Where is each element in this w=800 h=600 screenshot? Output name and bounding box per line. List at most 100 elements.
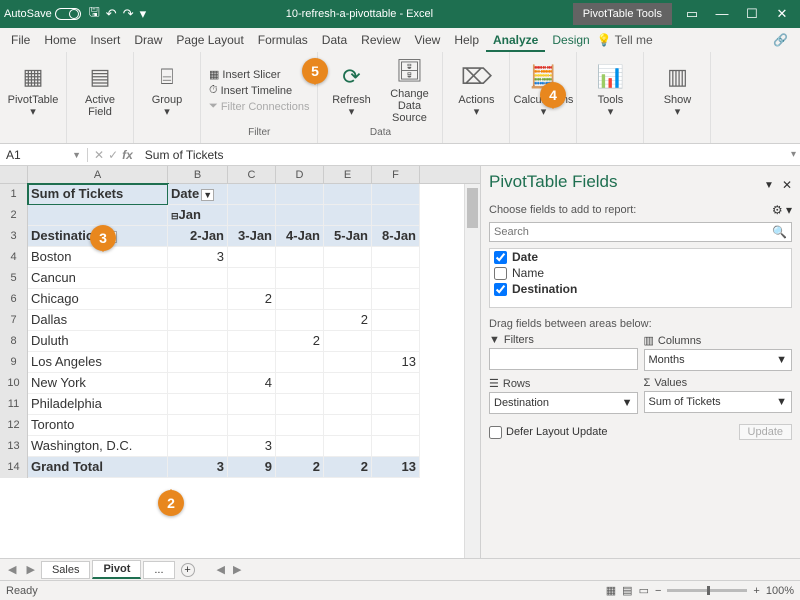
fields-search[interactable]: 🔍: [489, 222, 792, 242]
cell[interactable]: [276, 352, 324, 373]
zoom-out-icon[interactable]: −: [655, 585, 661, 597]
row-header[interactable]: 5: [0, 268, 28, 289]
cell[interactable]: 13: [372, 457, 420, 478]
tell-me[interactable]: 💡 Tell me: [597, 33, 653, 47]
dropdown-icon[interactable]: ▼: [622, 397, 633, 409]
tab-file[interactable]: File: [4, 28, 37, 52]
insert-timeline-button[interactable]: ⏱Insert Timeline: [207, 83, 311, 98]
cell[interactable]: 4-Jan: [276, 226, 324, 247]
cell[interactable]: [372, 331, 420, 352]
minimize-icon[interactable]: —: [708, 6, 736, 22]
row-header[interactable]: 2: [0, 205, 28, 226]
cell[interactable]: [372, 436, 420, 457]
page-break-icon[interactable]: ▭: [639, 584, 649, 597]
cell[interactable]: [276, 415, 324, 436]
row-header[interactable]: 1: [0, 184, 28, 205]
cell[interactable]: [168, 352, 228, 373]
cell[interactable]: [168, 289, 228, 310]
cell[interactable]: [324, 289, 372, 310]
row-header[interactable]: 10: [0, 373, 28, 394]
defer-checkbox[interactable]: [489, 426, 502, 439]
values-box[interactable]: Sum of Tickets▼: [644, 391, 793, 413]
tab-view[interactable]: View: [408, 28, 448, 52]
scrollbar-thumb[interactable]: [467, 188, 478, 228]
collapse-icon[interactable]: ⊟: [171, 211, 179, 221]
cell[interactable]: [276, 268, 324, 289]
tab-analyze[interactable]: Analyze: [486, 28, 545, 52]
field-list[interactable]: DateNameDestination: [489, 248, 792, 308]
field-checkbox[interactable]: [494, 267, 507, 280]
ribbon-options-icon[interactable]: ▭: [678, 6, 706, 22]
maximize-icon[interactable]: ☐: [738, 6, 766, 22]
show-button[interactable]: ▥ Show▾: [650, 61, 704, 120]
col-header-d[interactable]: D: [276, 166, 324, 183]
tab-insert[interactable]: Insert: [83, 28, 127, 52]
row-header[interactable]: 8: [0, 331, 28, 352]
cell[interactable]: [228, 268, 276, 289]
cell[interactable]: [276, 394, 324, 415]
field-checkbox[interactable]: [494, 251, 507, 264]
row-header[interactable]: 9: [0, 352, 28, 373]
sheet-tab-pivot[interactable]: Pivot: [92, 560, 141, 579]
cell[interactable]: [276, 247, 324, 268]
name-box[interactable]: A1▼: [0, 148, 88, 162]
columns-area[interactable]: ▥Columns Months▼: [644, 334, 793, 371]
filters-area[interactable]: ▼Filters: [489, 334, 638, 371]
field-row[interactable]: Destination: [490, 281, 791, 297]
active-field-button[interactable]: ▤ Active Field: [73, 61, 127, 120]
cell[interactable]: New York: [28, 373, 168, 394]
col-header-f[interactable]: F: [372, 166, 420, 183]
values-area[interactable]: ΣValues Sum of Tickets▼: [644, 377, 793, 414]
field-row[interactable]: Date: [490, 249, 791, 265]
cell[interactable]: [168, 436, 228, 457]
cell[interactable]: 3-Jan: [228, 226, 276, 247]
cell[interactable]: [372, 394, 420, 415]
cell[interactable]: Los Angeles: [28, 352, 168, 373]
row-header[interactable]: 4: [0, 247, 28, 268]
fx-icon[interactable]: fx: [122, 148, 133, 162]
row-header[interactable]: 12: [0, 415, 28, 436]
cell[interactable]: Cancun: [28, 268, 168, 289]
row-header[interactable]: 13: [0, 436, 28, 457]
cell[interactable]: [276, 310, 324, 331]
cell[interactable]: [324, 436, 372, 457]
tab-data[interactable]: Data: [315, 28, 354, 52]
dropdown-icon[interactable]: ▼: [776, 396, 787, 408]
expand-formula-icon[interactable]: ▾: [791, 149, 800, 160]
cell[interactable]: [228, 331, 276, 352]
tab-help[interactable]: Help: [447, 28, 486, 52]
cell[interactable]: 2: [276, 457, 324, 478]
cell[interactable]: [324, 268, 372, 289]
cell[interactable]: [324, 373, 372, 394]
tab-review[interactable]: Review: [354, 28, 407, 52]
close-icon[interactable]: ✕: [768, 6, 796, 22]
cell[interactable]: [324, 247, 372, 268]
cell[interactable]: [372, 268, 420, 289]
cell[interactable]: [324, 352, 372, 373]
page-layout-icon[interactable]: ▤: [622, 584, 632, 597]
tab-nav-next-icon[interactable]: ▶: [22, 563, 38, 576]
cell[interactable]: Philadelphia: [28, 394, 168, 415]
row-header[interactable]: 14: [0, 457, 28, 478]
col-header-c[interactable]: C: [228, 166, 276, 183]
cell[interactable]: [168, 331, 228, 352]
change-data-source-button[interactable]: 🗄 Change Data Source: [382, 55, 436, 126]
tools-button[interactable]: 📊 Tools▾: [583, 61, 637, 120]
col-header-e[interactable]: E: [324, 166, 372, 183]
refresh-button[interactable]: ⟳ Refresh▾: [324, 61, 378, 120]
cell[interactable]: [324, 331, 372, 352]
pivottable-button[interactable]: ▦ PivotTable▾: [6, 61, 60, 120]
row-header[interactable]: 11: [0, 394, 28, 415]
tab-draw[interactable]: Draw: [127, 28, 169, 52]
sheet-tab-sales[interactable]: Sales: [41, 561, 91, 579]
cell[interactable]: [228, 415, 276, 436]
cell[interactable]: [324, 394, 372, 415]
vertical-scrollbar[interactable]: [464, 184, 480, 558]
row-header[interactable]: 7: [0, 310, 28, 331]
cell[interactable]: 2: [324, 457, 372, 478]
cell[interactable]: [324, 415, 372, 436]
new-sheet-icon[interactable]: +: [181, 563, 195, 577]
cell[interactable]: 9: [228, 457, 276, 478]
rows-area[interactable]: ☰Rows Destination▼: [489, 377, 638, 414]
cell[interactable]: Washington, D.C.: [28, 436, 168, 457]
